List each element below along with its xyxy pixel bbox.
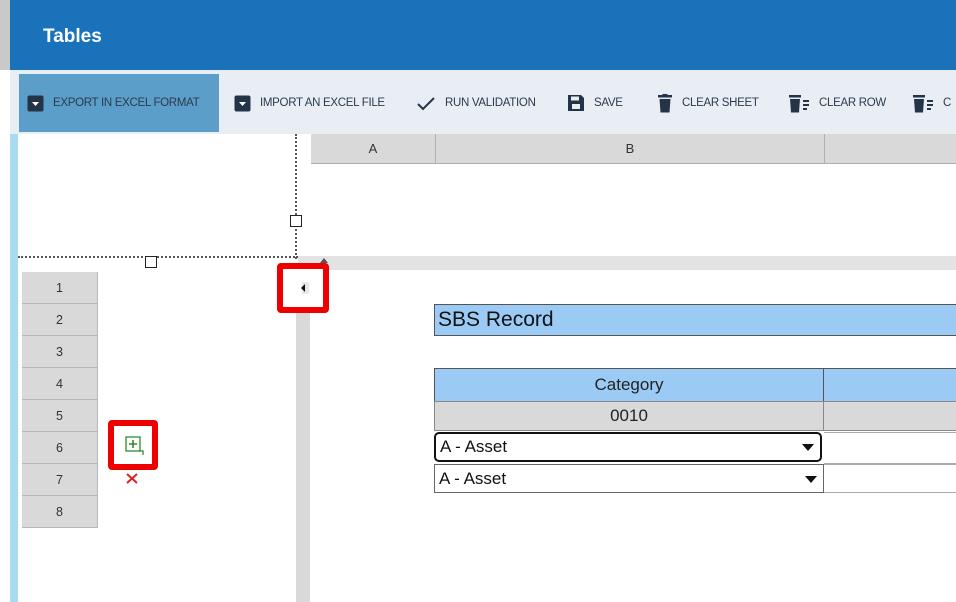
row-header-5[interactable]: 5 bbox=[22, 400, 98, 432]
import-excel-button[interactable]: IMPORT AN EXCEL FILE bbox=[234, 74, 385, 132]
save-label: SAVE bbox=[594, 97, 623, 109]
import-excel-label: IMPORT AN EXCEL FILE bbox=[260, 97, 385, 109]
category-dropdown-row1-value: A - Asset bbox=[440, 437, 508, 456]
chevron-down-icon bbox=[802, 444, 814, 451]
export-excel-button[interactable]: EXPORT IN EXCEL FORMAT bbox=[19, 74, 219, 132]
checkmark-icon bbox=[416, 95, 436, 112]
run-validation-button[interactable]: RUN VALIDATION bbox=[416, 74, 536, 132]
title-bar: Tables bbox=[0, 0, 956, 70]
collapse-arrow-icon bbox=[301, 282, 309, 294]
add-row-icon bbox=[125, 436, 144, 455]
row-header-8[interactable]: 8 bbox=[22, 496, 98, 528]
vertical-splitter[interactable] bbox=[296, 270, 310, 602]
clear-row-button[interactable]: CLEAR ROW bbox=[788, 74, 886, 132]
chevron-down-icon bbox=[805, 475, 817, 483]
window-title: Tables bbox=[43, 26, 102, 47]
row-header-3[interactable]: 3 bbox=[22, 336, 98, 368]
column-header-b[interactable]: B bbox=[436, 134, 825, 164]
row-header-4[interactable]: 4 bbox=[22, 368, 98, 400]
header-cell-c bbox=[824, 368, 956, 402]
frozen-pane-border-horizontal bbox=[18, 256, 298, 258]
category-dropdown-row1[interactable]: A - Asset bbox=[434, 432, 822, 462]
save-icon bbox=[567, 94, 585, 112]
delete-row-icon[interactable] bbox=[126, 473, 138, 484]
column-header-c[interactable] bbox=[825, 134, 956, 164]
resize-handle-vertical[interactable] bbox=[290, 215, 302, 227]
clear-row-icon bbox=[788, 94, 810, 113]
category-header: Category bbox=[434, 368, 824, 402]
clear-row-label: CLEAR ROW bbox=[819, 97, 886, 109]
export-excel-label: EXPORT IN EXCEL FORMAT bbox=[53, 97, 200, 109]
trash-icon bbox=[657, 93, 673, 113]
run-validation-label: RUN VALIDATION bbox=[445, 97, 536, 109]
row-header-6[interactable]: 6 bbox=[22, 432, 98, 464]
clear-column-label: C bbox=[943, 97, 952, 109]
clear-sheet-label: CLEAR SHEET bbox=[682, 97, 759, 109]
clear-column-icon bbox=[912, 94, 934, 113]
export-icon bbox=[27, 95, 44, 112]
horizontal-splitter[interactable] bbox=[298, 256, 956, 270]
import-icon bbox=[234, 95, 251, 112]
column-header-a[interactable]: A bbox=[311, 134, 436, 164]
row-header-7[interactable]: 7 bbox=[22, 464, 98, 496]
row1-cell-c[interactable] bbox=[824, 432, 956, 464]
toolbar: EXPORT IN EXCEL FORMAT IMPORT AN EXCEL F… bbox=[10, 70, 956, 134]
row2-cell-c[interactable] bbox=[824, 464, 956, 493]
category-dropdown-row2[interactable]: A - Asset bbox=[434, 464, 824, 493]
frozen-corner bbox=[18, 134, 311, 257]
code-cell-c bbox=[824, 401, 956, 431]
category-dropdown-row2-value: A - Asset bbox=[439, 468, 507, 488]
frozen-pane-border-vertical bbox=[295, 134, 297, 259]
row-header-1[interactable]: 1 bbox=[22, 272, 98, 304]
clear-sheet-button[interactable]: CLEAR SHEET bbox=[657, 74, 759, 132]
category-code: 0010 bbox=[434, 401, 824, 431]
resize-handle-horizontal[interactable] bbox=[145, 256, 157, 268]
collapse-button-highlight[interactable] bbox=[277, 263, 329, 313]
add-row-highlight[interactable] bbox=[108, 420, 158, 470]
clear-column-button[interactable]: C bbox=[912, 74, 951, 132]
row-header-2[interactable]: 2 bbox=[22, 304, 98, 336]
window-edge bbox=[0, 134, 10, 602]
record-title: SBS Record bbox=[434, 304, 956, 336]
save-button[interactable]: SAVE bbox=[567, 74, 623, 132]
left-accent-strip bbox=[10, 134, 18, 602]
